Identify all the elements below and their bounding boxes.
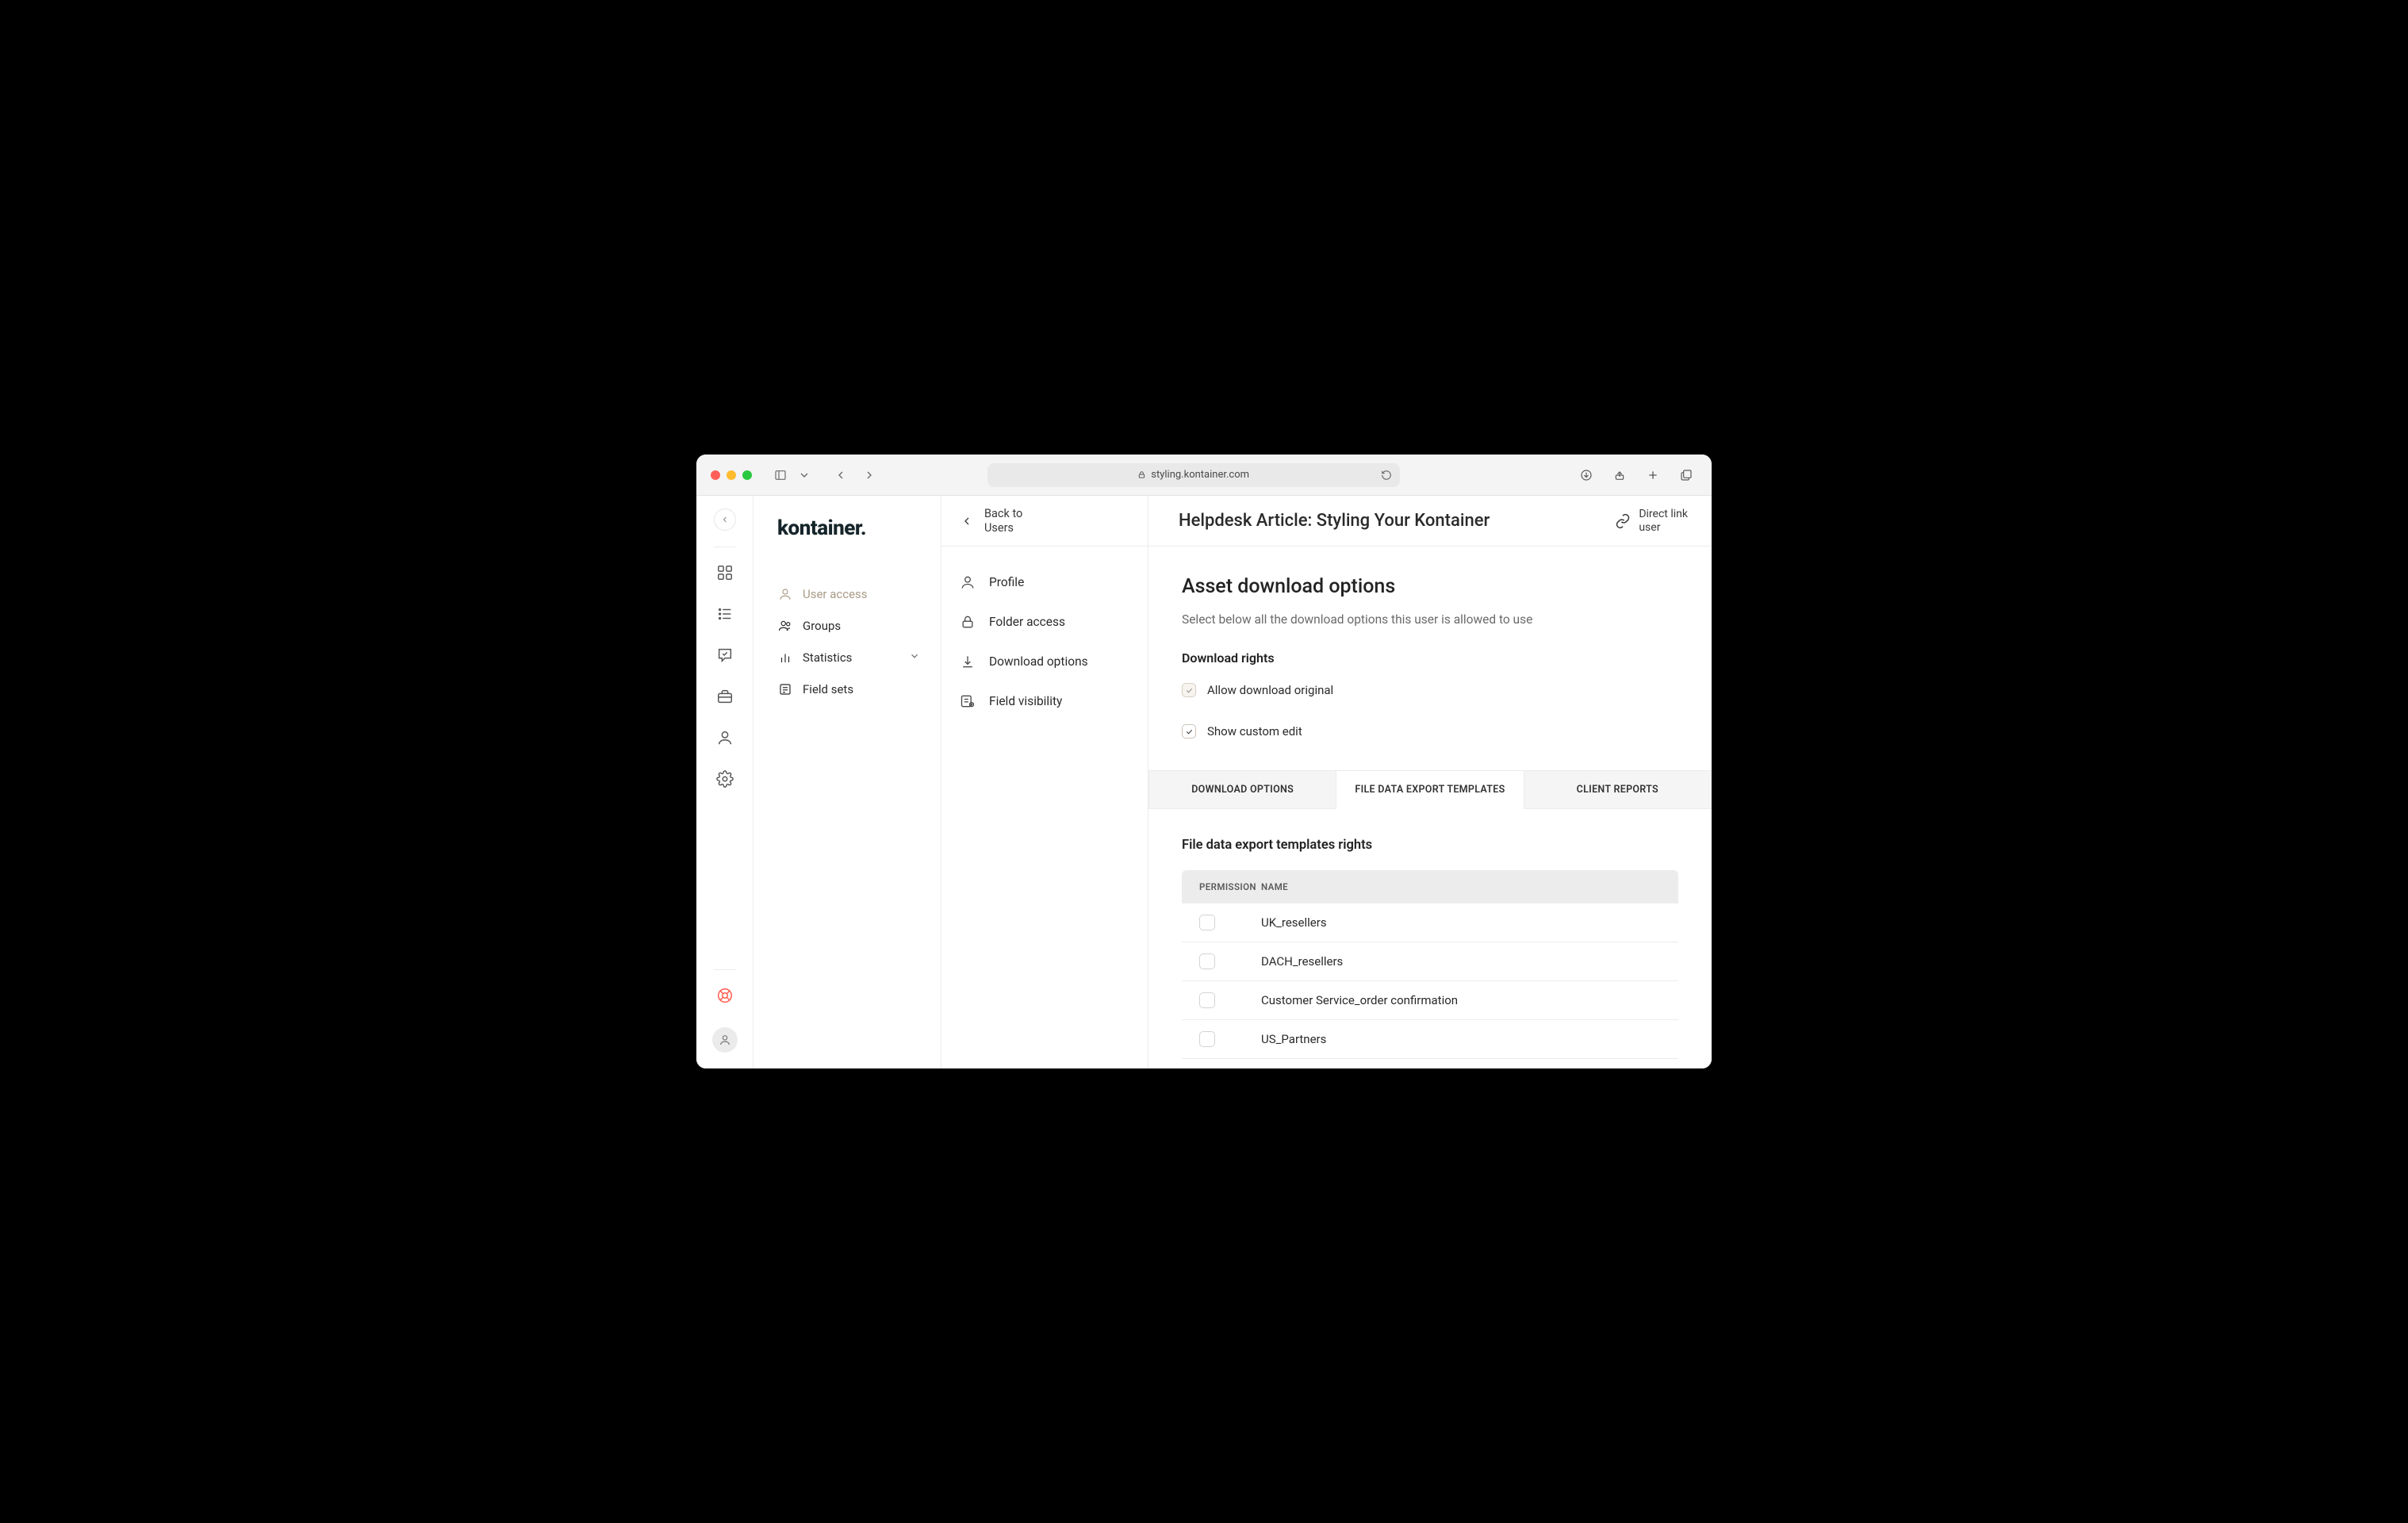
tab-profile[interactable]: Profile — [959, 570, 1130, 594]
lock-icon — [959, 613, 976, 631]
divider — [714, 969, 736, 970]
nav-label: Download options — [989, 654, 1088, 669]
tab-field-visibility[interactable]: Field visibility — [959, 689, 1130, 713]
user-detail-nav: Back to Users Profile Folder access Down… — [941, 496, 1148, 1068]
sidebar-toggle-icon[interactable] — [769, 464, 792, 486]
table-row: Customer Service_order confirmation — [1182, 981, 1678, 1020]
sidebar-item-label: Statistics — [803, 650, 852, 665]
traffic-lights — [711, 470, 752, 480]
allow-download-original-checkbox[interactable] — [1182, 683, 1196, 697]
section-title: Asset download options — [1182, 575, 1678, 598]
tab-file-data-export-templates[interactable]: FILE DATA EXPORT TEMPLATES — [1336, 770, 1524, 809]
browser-chrome: styling.kontainer.com — [696, 455, 1712, 496]
column-name: NAME — [1261, 881, 1661, 892]
direct-link-line2: user — [1639, 521, 1688, 534]
briefcase-icon[interactable] — [715, 687, 734, 706]
address-url: styling.kontainer.com — [1151, 469, 1249, 481]
export-tabs: DOWNLOAD OPTIONS FILE DATA EXPORT TEMPLA… — [1148, 770, 1712, 809]
row-checkbox[interactable] — [1199, 915, 1215, 930]
row-name: DACH_resellers — [1261, 954, 1661, 969]
table-header: PERMISSION NAME — [1182, 870, 1678, 903]
page-title: Helpdesk Article: Styling Your Kontainer — [1179, 511, 1490, 531]
chevron-down-icon — [909, 650, 920, 665]
chevron-down-icon[interactable] — [793, 464, 815, 486]
browser-window: styling.kontainer.com — [696, 455, 1712, 1068]
sidebar-item-label: Groups — [803, 619, 841, 633]
bars-icon — [777, 650, 793, 666]
logo: kontainer. — [777, 516, 920, 540]
download-icon — [959, 653, 976, 670]
user-icon[interactable] — [715, 728, 734, 747]
dashboard-icon[interactable] — [715, 563, 734, 582]
sidebar-item-label: User access — [803, 587, 868, 601]
row-checkbox[interactable] — [1199, 992, 1215, 1008]
reload-icon[interactable] — [1381, 470, 1392, 481]
table-row: UK_resellers — [1182, 903, 1678, 942]
section-subtitle: Select below all the download options th… — [1182, 612, 1678, 627]
approval-icon[interactable] — [715, 646, 734, 665]
user-icon — [959, 574, 976, 591]
window-close-button[interactable] — [711, 470, 720, 480]
field-visibility-icon — [959, 692, 976, 710]
direct-link-line1: Direct link — [1639, 508, 1688, 520]
back-to-users-button[interactable]: Back to Users — [961, 507, 1022, 535]
nav-label: Field visibility — [989, 694, 1062, 708]
download-rights-heading: Download rights — [1182, 650, 1678, 666]
app: kontainer. User access Groups Statistics… — [696, 496, 1712, 1068]
back-label-line2: Users — [984, 521, 1022, 535]
users-icon — [777, 618, 793, 634]
fieldsets-icon — [777, 681, 793, 697]
table-row: DACH_resellers — [1182, 942, 1678, 981]
nav-label: Profile — [989, 575, 1024, 589]
allow-download-original-row: Allow download original — [1182, 683, 1678, 697]
nav-rail — [696, 496, 753, 1068]
window-maximize-button[interactable] — [742, 470, 752, 480]
link-icon — [1615, 513, 1631, 529]
sidebar-item-statistics[interactable]: Statistics — [777, 642, 920, 673]
settings-sidebar: kontainer. User access Groups Statistics… — [753, 496, 941, 1068]
list-icon[interactable] — [715, 604, 734, 623]
show-custom-edit-checkbox[interactable] — [1182, 724, 1196, 738]
downloads-icon[interactable] — [1575, 464, 1597, 486]
row-checkbox[interactable] — [1199, 953, 1215, 969]
sidebar-item-label: Field sets — [803, 682, 853, 696]
address-bar[interactable]: styling.kontainer.com — [987, 463, 1400, 487]
templates-rights-heading: File data export templates rights — [1182, 838, 1678, 853]
sidebar-item-user-access[interactable]: User access — [777, 578, 920, 610]
window-minimize-button[interactable] — [727, 470, 736, 480]
row-name: US_Partners — [1261, 1032, 1661, 1046]
user-icon — [777, 586, 793, 602]
row-checkbox[interactable] — [1199, 1031, 1215, 1047]
row-name: Customer Service_order confirmation — [1261, 993, 1661, 1007]
current-user-avatar[interactable] — [712, 1027, 738, 1053]
direct-link-user-button[interactable]: Direct link user — [1615, 508, 1688, 533]
tab-download-options[interactable]: Download options — [959, 650, 1130, 673]
tab-client-reports[interactable]: CLIENT REPORTS — [1524, 770, 1712, 808]
chevron-left-icon — [961, 515, 973, 527]
main-content: Helpdesk Article: Styling Your Kontainer… — [1148, 496, 1712, 1068]
share-icon[interactable] — [1609, 464, 1631, 486]
browser-back-button[interactable] — [830, 464, 852, 486]
collapse-rail-button[interactable] — [714, 508, 736, 531]
sidebar-item-field-sets[interactable]: Field sets — [777, 673, 920, 705]
browser-forward-button[interactable] — [858, 464, 880, 486]
new-tab-icon[interactable] — [1642, 464, 1664, 486]
row-name: UK_resellers — [1261, 915, 1661, 930]
help-icon[interactable] — [715, 986, 734, 1005]
sidebar-item-groups[interactable]: Groups — [777, 610, 920, 642]
tabs-icon[interactable] — [1675, 464, 1697, 486]
nav-label: Folder access — [989, 615, 1065, 629]
checkbox-label: Allow download original — [1207, 683, 1333, 697]
back-label-line1: Back to — [984, 507, 1022, 520]
show-custom-edit-row: Show custom edit — [1182, 724, 1678, 738]
tab-folder-access[interactable]: Folder access — [959, 610, 1130, 634]
column-permission: PERMISSION — [1199, 881, 1261, 892]
lock-icon — [1137, 470, 1146, 479]
tab-download-options[interactable]: DOWNLOAD OPTIONS — [1148, 770, 1336, 808]
table-row: US_Partners — [1182, 1020, 1678, 1059]
settings-icon[interactable] — [715, 769, 734, 788]
checkbox-label: Show custom edit — [1207, 724, 1302, 738]
